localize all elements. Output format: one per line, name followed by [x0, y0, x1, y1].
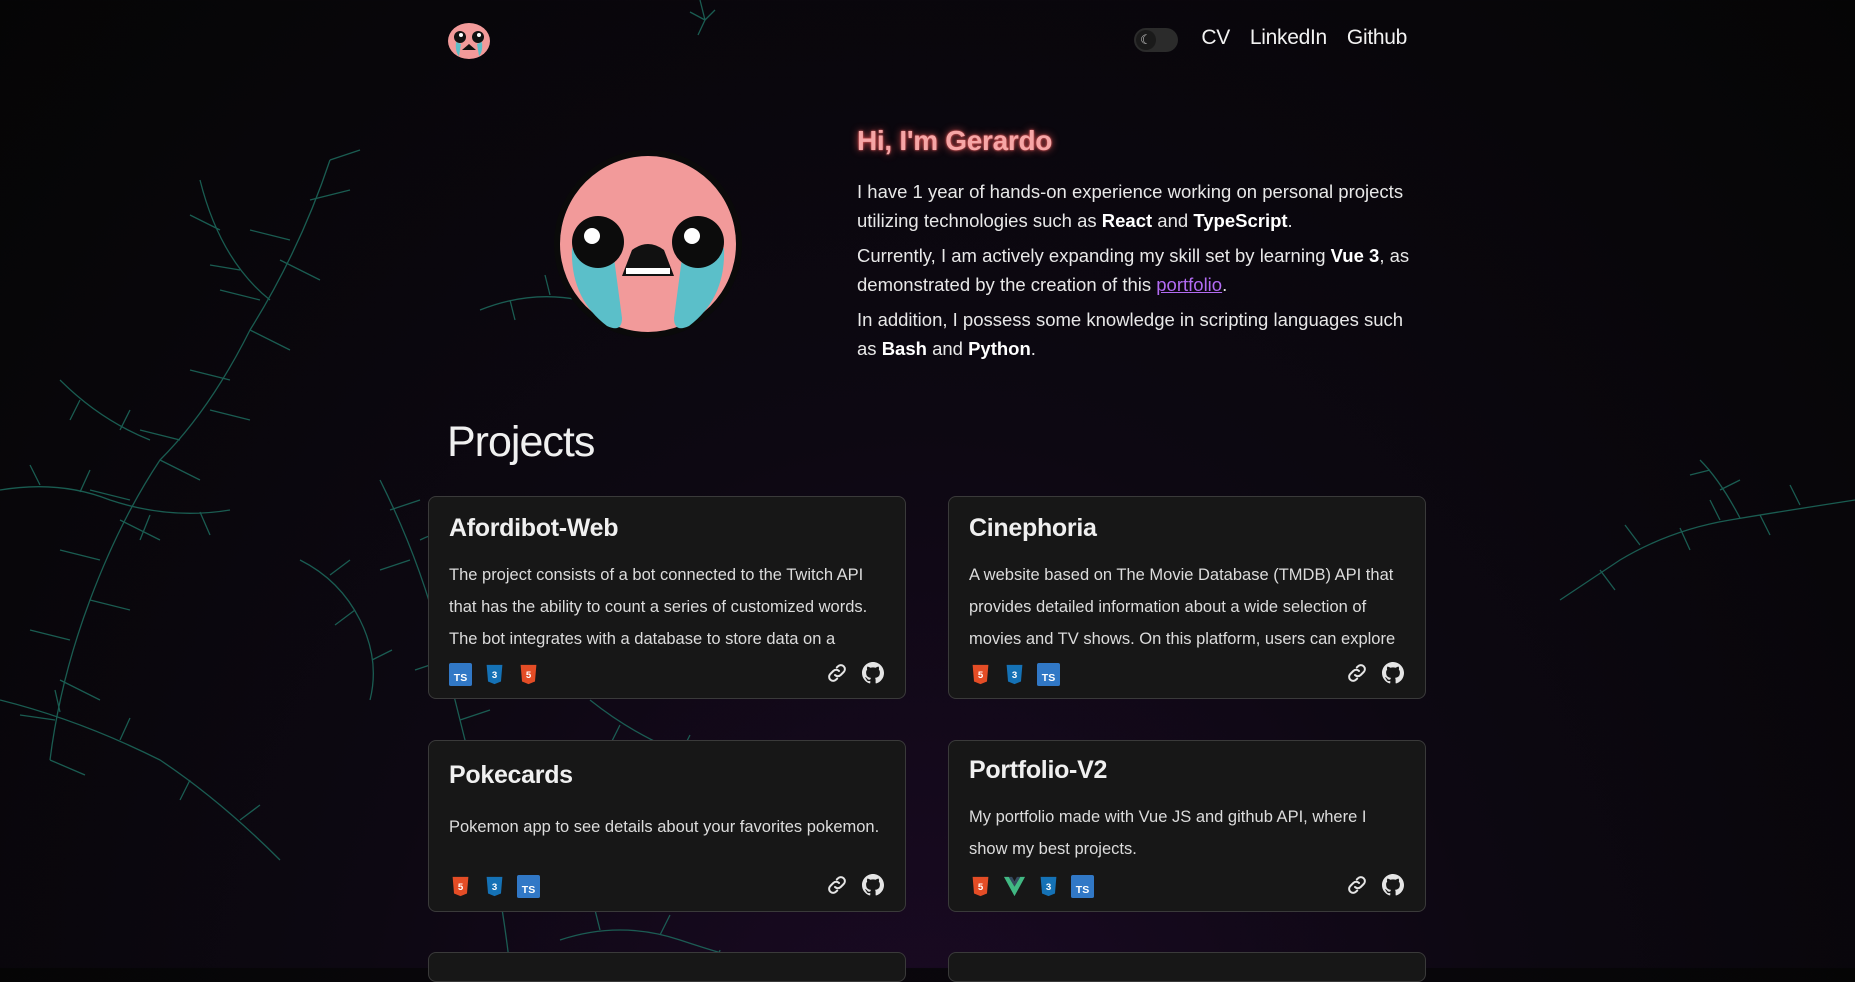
tech-tags: 5 3 TS — [969, 875, 1094, 898]
github-icon[interactable] — [1381, 873, 1405, 897]
project-actions — [1345, 873, 1405, 897]
tech-tags: 5 3 TS — [969, 663, 1060, 686]
css3-icon: 3 — [1037, 875, 1060, 898]
intro-paragraph-2: Currently, I am actively expanding my sk… — [857, 245, 1410, 295]
theme-toggle[interactable]: ☾ — [1134, 28, 1178, 52]
project-description: The project consists of a bot connected … — [449, 566, 868, 648]
portfolio-link[interactable]: portfolio — [1156, 274, 1222, 295]
svg-text:5: 5 — [978, 670, 984, 681]
html5-icon: 5 — [517, 663, 540, 686]
project-card-partial[interactable] — [948, 952, 1426, 982]
project-actions — [825, 661, 885, 685]
intro-section: Hi, I'm Gerardo I have 1 year of hands-o… — [857, 125, 1417, 369]
svg-text:5: 5 — [526, 670, 532, 681]
html5-icon: 5 — [969, 875, 992, 898]
tech-tags: TS 3 5 — [449, 663, 540, 686]
vue-icon — [1003, 875, 1026, 898]
moon-icon: ☾ — [1136, 30, 1156, 50]
link-icon[interactable] — [825, 661, 849, 685]
project-card[interactable]: Afordibot-Web The project consists of a … — [428, 496, 906, 699]
github-icon[interactable] — [861, 873, 885, 897]
project-description: My portfolio made with Vue JS and github… — [969, 808, 1367, 858]
link-icon[interactable] — [825, 873, 849, 897]
svg-text:3: 3 — [492, 670, 497, 681]
svg-text:5: 5 — [458, 882, 464, 893]
project-title[interactable]: Afordibot-Web — [449, 514, 619, 543]
intro-paragraph-3: In addition, I possess some knowledge in… — [857, 309, 1404, 359]
project-description: Pokemon app to see details about your fa… — [449, 818, 880, 836]
typescript-icon: TS — [517, 875, 540, 898]
svg-text:TS: TS — [454, 672, 467, 684]
svg-text:TS: TS — [1042, 672, 1055, 684]
github-icon[interactable] — [861, 661, 885, 685]
hero-title: Hi, I'm Gerardo — [857, 125, 1053, 156]
projects-heading: Projects — [447, 418, 595, 466]
css3-icon: 3 — [483, 875, 506, 898]
svg-text:TS: TS — [522, 884, 535, 896]
nav-link-github[interactable]: Github — [1347, 26, 1407, 50]
typescript-icon: TS — [449, 663, 472, 686]
project-description: A website based on The Movie Database (T… — [969, 566, 1396, 648]
project-title[interactable]: Pokecards — [449, 761, 573, 790]
svg-text:3: 3 — [492, 882, 497, 893]
link-icon[interactable] — [1345, 661, 1369, 685]
isaac-face-logo[interactable] — [447, 20, 491, 60]
css3-icon: 3 — [1003, 663, 1026, 686]
link-icon[interactable] — [1345, 873, 1369, 897]
svg-text:TS: TS — [1076, 884, 1089, 896]
intro-paragraph-1: I have 1 year of hands-on experience wor… — [857, 181, 1404, 231]
svg-text:3: 3 — [1046, 882, 1051, 893]
top-navbar: ☾ CV LinkedIn Github — [447, 18, 1407, 62]
project-card-partial[interactable] — [428, 952, 906, 982]
nav-link-linkedin[interactable]: LinkedIn — [1250, 26, 1327, 50]
css3-icon: 3 — [483, 663, 506, 686]
project-card[interactable]: Cinephoria A website based on The Movie … — [948, 496, 1426, 699]
project-actions — [1345, 661, 1405, 685]
crying-face-avatar — [554, 150, 742, 338]
github-icon[interactable] — [1381, 661, 1405, 685]
svg-text:3: 3 — [1012, 670, 1017, 681]
typescript-icon: TS — [1071, 875, 1094, 898]
project-card[interactable]: Pokecards Pokemon app to see details abo… — [428, 740, 906, 912]
html5-icon: 5 — [969, 663, 992, 686]
project-title[interactable]: Cinephoria — [969, 514, 1097, 543]
nav-links: CV LinkedIn Github — [1201, 26, 1407, 50]
project-title[interactable]: Portfolio-V2 — [969, 756, 1107, 785]
project-card[interactable]: Portfolio-V2 My portfolio made with Vue … — [948, 740, 1426, 912]
nav-link-cv[interactable]: CV — [1201, 26, 1230, 50]
typescript-icon: TS — [1037, 663, 1060, 686]
html5-icon: 5 — [449, 875, 472, 898]
project-actions — [825, 873, 885, 897]
tech-tags: 5 3 TS — [449, 875, 540, 898]
svg-text:5: 5 — [978, 882, 984, 893]
